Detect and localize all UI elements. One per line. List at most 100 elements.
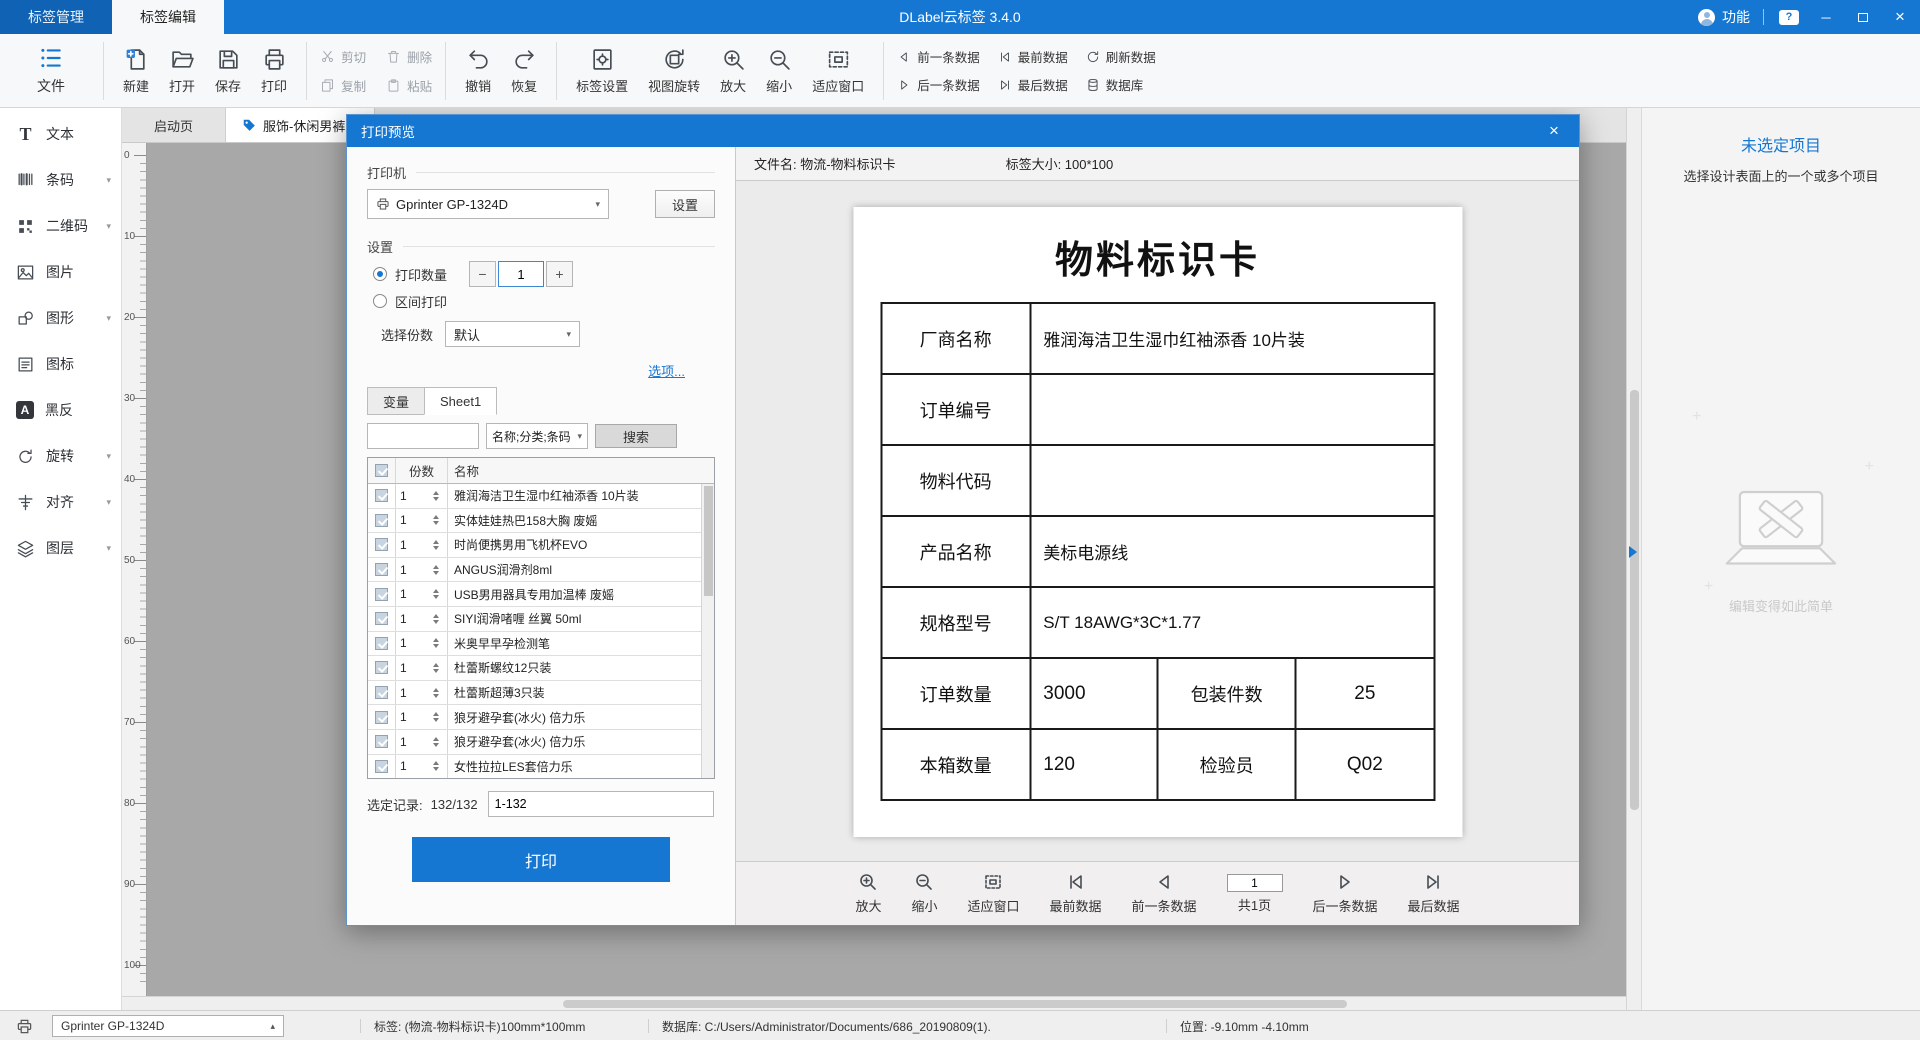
record-row[interactable]: 1米奥早早孕检测笔 — [368, 632, 701, 657]
tool-icon-library[interactable]: 图标 — [0, 341, 121, 387]
row-checkbox[interactable] — [375, 514, 388, 527]
database-button[interactable]: 数据库 — [1086, 75, 1156, 94]
copies-spinner[interactable] — [433, 491, 443, 501]
print-quantity-radio[interactable] — [373, 267, 387, 281]
dialog-close-icon[interactable]: × — [1543, 121, 1565, 141]
delete-button[interactable]: 删除 — [386, 47, 432, 66]
record-row[interactable]: 1实体娃娃热巴158大胸 废媱 — [368, 509, 701, 534]
printer-select[interactable]: Gprinter GP-1324D ▾ — [367, 189, 609, 219]
tab-sheet1[interactable]: Sheet1 — [424, 387, 497, 415]
zoom-in-button[interactable]: 放大 — [710, 39, 756, 103]
help-button[interactable]: ? — [1777, 0, 1801, 34]
preview-zoom-in-button[interactable]: 放大 — [855, 872, 881, 915]
zoom-out-button[interactable]: 缩小 — [756, 39, 802, 103]
record-row[interactable]: 1杜蕾斯螺纹12只装 — [368, 656, 701, 681]
preview-zoom-out-button[interactable]: 缩小 — [911, 872, 937, 915]
row-checkbox[interactable] — [375, 760, 388, 773]
redo-button[interactable]: 恢复 — [501, 39, 547, 103]
search-field-select[interactable]: 名称;分类;条码 ▾ — [486, 423, 588, 449]
copies-spinner[interactable] — [433, 761, 443, 771]
preview-first-data-button[interactable]: 最前数据 — [1049, 872, 1101, 915]
copies-select[interactable]: 默认 ▾ — [445, 321, 580, 347]
tab-label-manage[interactable]: 标签管理 — [0, 0, 112, 34]
panel-collapse-arrow[interactable] — [1629, 546, 1637, 558]
preview-next-data-button[interactable]: 后一条数据 — [1313, 872, 1378, 915]
select-all-checkbox[interactable] — [375, 464, 388, 477]
horizontal-scroll-thumb[interactable] — [563, 1000, 1347, 1008]
undo-button[interactable]: 撤销 — [455, 39, 501, 103]
copies-spinner[interactable] — [433, 737, 443, 747]
tool-layer[interactable]: 图层▾ — [0, 525, 121, 571]
close-button[interactable]: × — [1888, 0, 1912, 34]
options-link[interactable]: 选项... — [367, 361, 685, 379]
print-quantity-input[interactable] — [498, 261, 544, 287]
row-checkbox[interactable] — [375, 563, 388, 576]
search-button[interactable]: 搜索 — [595, 424, 677, 448]
row-checkbox[interactable] — [375, 489, 388, 502]
functions-button[interactable]: 功能 — [1698, 7, 1750, 27]
row-checkbox[interactable] — [375, 735, 388, 748]
tool-rotate[interactable]: 旋转▾ — [0, 433, 121, 479]
record-row[interactable]: 1雅润海洁卫生湿巾红袖添香 10片装 — [368, 484, 701, 509]
tool-shape[interactable]: 图形▾ — [0, 295, 121, 341]
preview-prev-data-button[interactable]: 前一条数据 — [1132, 872, 1197, 915]
horizontal-scrollbar[interactable] — [122, 996, 1626, 1010]
print-toolbar-button[interactable]: 打印 — [251, 39, 297, 103]
first-data-button[interactable]: 最前数据 — [998, 47, 1068, 66]
record-row[interactable]: 1杜蕾斯超薄3只装 — [368, 681, 701, 706]
copies-spinner[interactable] — [433, 565, 443, 575]
copy-button[interactable]: 复制 — [320, 76, 366, 95]
row-checkbox[interactable] — [375, 686, 388, 699]
statusbar-printer-select[interactable]: Gprinter GP-1324D ▴ — [52, 1015, 284, 1037]
copies-spinner[interactable] — [433, 688, 443, 698]
range-print-radio[interactable] — [373, 294, 387, 308]
quantity-minus-button[interactable]: − — [469, 261, 496, 287]
row-checkbox[interactable] — [375, 538, 388, 551]
next-data-button[interactable]: 后一条数据 — [897, 75, 980, 94]
last-data-button[interactable]: 最后数据 — [998, 75, 1068, 94]
tool-image[interactable]: 图片 — [0, 249, 121, 295]
tab-start-page[interactable]: 启动页 — [122, 108, 226, 142]
search-input[interactable] — [367, 423, 479, 449]
file-menu-button[interactable]: 文件 — [8, 39, 94, 103]
table-scroll-thumb[interactable] — [704, 486, 713, 596]
tab-variable[interactable]: 变量 — [367, 387, 425, 415]
record-row[interactable]: 1ANGUS润滑剂8ml — [368, 558, 701, 583]
vertical-scroll-thumb[interactable] — [1630, 390, 1639, 810]
preview-fit-window-button[interactable]: 适应窗口 — [967, 872, 1019, 915]
row-checkbox[interactable] — [375, 661, 388, 674]
tab-label-edit[interactable]: 标签编辑 — [112, 0, 224, 34]
copies-spinner[interactable] — [433, 540, 443, 550]
cut-button[interactable]: 剪切 — [320, 47, 366, 66]
record-range-input[interactable] — [488, 791, 714, 817]
paste-button[interactable]: 粘贴 — [386, 76, 432, 95]
page-number-input[interactable] — [1227, 874, 1283, 892]
printer-settings-button[interactable]: 设置 — [655, 190, 715, 218]
record-row[interactable]: 1狼牙避孕套(冰火) 倍力乐 — [368, 730, 701, 755]
new-button[interactable]: 新建 — [113, 39, 159, 103]
copies-spinner[interactable] — [433, 638, 443, 648]
copies-spinner[interactable] — [433, 614, 443, 624]
label-settings-button[interactable]: 标签设置 — [566, 39, 638, 103]
tool-align[interactable]: 对齐▾ — [0, 479, 121, 525]
maximize-button[interactable] — [1851, 0, 1875, 34]
table-scrollbar[interactable] — [701, 484, 714, 778]
vertical-scrollbar[interactable] — [1626, 108, 1641, 1010]
tool-text[interactable]: T文本 — [0, 111, 121, 157]
tool-qrcode[interactable]: 二维码▾ — [0, 203, 121, 249]
fit-window-button[interactable]: 适应窗口 — [802, 39, 874, 103]
row-checkbox[interactable] — [375, 637, 388, 650]
copies-spinner[interactable] — [433, 589, 443, 599]
copies-spinner[interactable] — [433, 712, 443, 722]
prev-data-button[interactable]: 前一条数据 — [897, 47, 980, 66]
row-checkbox[interactable] — [375, 588, 388, 601]
record-row[interactable]: 1狼牙避孕套(冰火) 倍力乐 — [368, 705, 701, 730]
save-button[interactable]: 保存 — [205, 39, 251, 103]
tool-invert[interactable]: A黑反 — [0, 387, 121, 433]
quantity-plus-button[interactable]: + — [546, 261, 573, 287]
copies-spinner[interactable] — [433, 663, 443, 673]
row-checkbox[interactable] — [375, 711, 388, 724]
record-row[interactable]: 1女性拉拉LES套倍力乐 — [368, 755, 701, 778]
tool-barcode[interactable]: 条码▾ — [0, 157, 121, 203]
view-rotate-button[interactable]: 视图旋转 — [638, 39, 710, 103]
